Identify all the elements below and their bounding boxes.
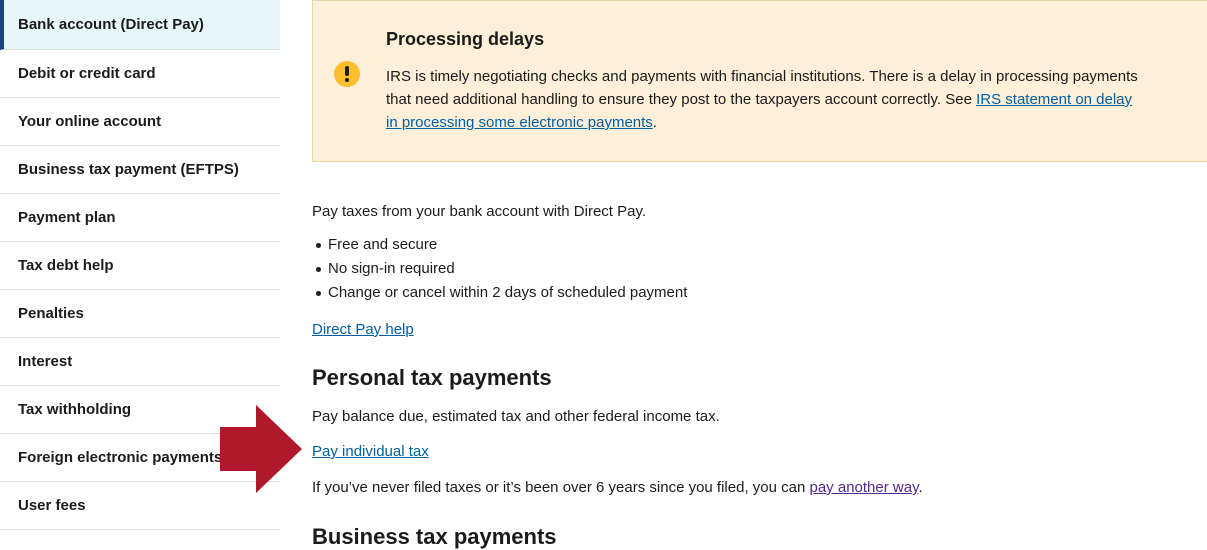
sidebar-item-label: Foreign electronic payments bbox=[18, 449, 223, 466]
alert-body: IRS is timely negotiating checks and pay… bbox=[386, 65, 1146, 134]
list-item: Change or cancel within 2 days of schedu… bbox=[312, 281, 687, 305]
processing-delays-alert: Processing delays IRS is timely negotiat… bbox=[312, 0, 1207, 162]
sidebar-item-online-account[interactable]: Your online account bbox=[0, 98, 280, 146]
alert-body-end: . bbox=[652, 114, 657, 131]
pay-another-way-link[interactable]: pay another way bbox=[810, 479, 919, 496]
never-filed-text: If you’ve never filed taxes or it’s been… bbox=[312, 479, 923, 496]
sidebar-item-label: Your online account bbox=[18, 113, 162, 130]
sidebar-item-tax-debt-help[interactable]: Tax debt help bbox=[0, 242, 280, 290]
personal-tax-description: Pay balance due, estimated tax and other… bbox=[312, 408, 720, 425]
business-tax-heading: Business tax payments bbox=[312, 524, 557, 549]
sidebar-item-eftps[interactable]: Business tax payment (EFTPS) bbox=[0, 146, 280, 194]
sidebar-item-label: Debit or credit card bbox=[18, 65, 156, 82]
sidebar-item-label: Payment plan bbox=[18, 209, 116, 226]
sidebar-item-label: Interest bbox=[18, 353, 73, 370]
sidebar-item-penalties[interactable]: Penalties bbox=[0, 290, 280, 338]
sidebar-item-label: Bank account (Direct Pay) bbox=[18, 16, 204, 33]
sidebar-item-payment-plan[interactable]: Payment plan bbox=[0, 194, 280, 242]
sidebar-item-label: Business tax payment (EFTPS) bbox=[18, 161, 239, 178]
alert-title: Processing delays bbox=[386, 29, 545, 49]
direct-pay-help-link[interactable]: Direct Pay help bbox=[312, 321, 414, 338]
intro-text: Pay taxes from your bank account with Di… bbox=[312, 203, 647, 220]
sidebar-item-bank-account[interactable]: Bank account (Direct Pay) bbox=[0, 0, 280, 50]
sidebar-item-label: Penalties bbox=[18, 305, 84, 322]
sidebar-item-label: User fees bbox=[18, 497, 86, 514]
list-item: Free and secure bbox=[312, 233, 687, 257]
sidebar-item-label: Tax withholding bbox=[18, 401, 132, 418]
never-filed-suffix: . bbox=[918, 479, 923, 496]
red-arrow-icon bbox=[220, 405, 302, 493]
list-item: No sign-in required bbox=[312, 257, 687, 281]
sidebar-item-interest[interactable]: Interest bbox=[0, 338, 280, 386]
never-filed-prefix: If you’ve never filed taxes or it’s been… bbox=[312, 479, 810, 496]
personal-tax-heading: Personal tax payments bbox=[312, 365, 552, 390]
exclamation-icon bbox=[334, 61, 360, 87]
sidebar-item-label: Tax debt help bbox=[18, 257, 114, 274]
feature-list: Free and secure No sign-in required Chan… bbox=[312, 233, 687, 305]
sidebar-item-debit-credit-card[interactable]: Debit or credit card bbox=[0, 50, 280, 98]
pay-individual-tax-link[interactable]: Pay individual tax bbox=[312, 443, 429, 460]
